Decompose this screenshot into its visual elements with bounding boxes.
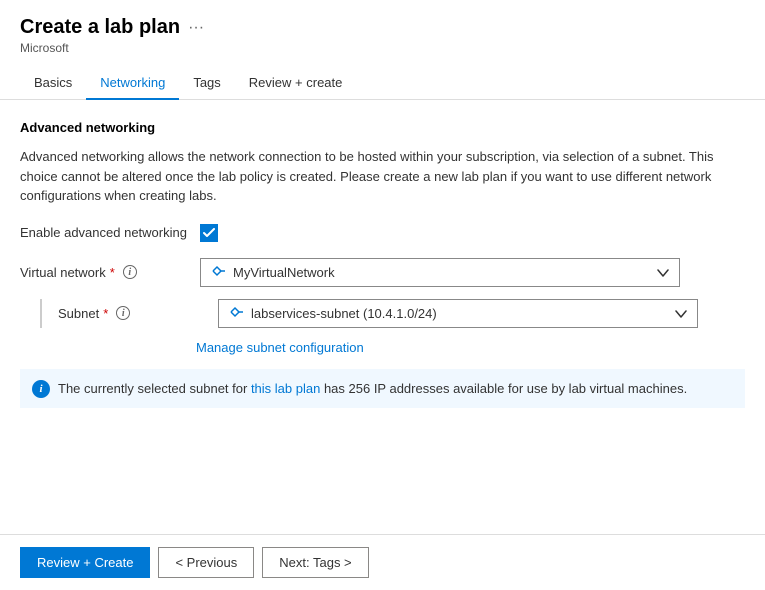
- subnet-nested-section: Subnet * i labservices-subnet (10.4.1.0/…: [40, 299, 745, 328]
- info-banner-text: The currently selected subnet for this l…: [58, 379, 687, 399]
- subnet-network-icon: [229, 306, 245, 321]
- tabs-bar: Basics Networking Tags Review + create: [0, 67, 765, 100]
- header: Create a lab plan ··· Microsoft: [0, 0, 765, 59]
- enable-networking-label: Enable advanced networking: [20, 225, 200, 240]
- footer: Review + Create < Previous Next: Tags >: [0, 534, 765, 590]
- subnet-info-icon[interactable]: i: [116, 306, 130, 320]
- virtual-network-label: Virtual network * i: [20, 265, 200, 280]
- page-subtitle: Microsoft: [20, 41, 745, 55]
- subnet-chevron-icon: [675, 306, 687, 321]
- tab-tags[interactable]: Tags: [179, 67, 234, 100]
- tab-review-create[interactable]: Review + create: [235, 67, 357, 100]
- network-icon: [211, 265, 227, 280]
- info-banner-icon: i: [32, 380, 50, 398]
- subnet-value: labservices-subnet (10.4.1.0/24): [251, 306, 437, 321]
- subnet-dropdown[interactable]: labservices-subnet (10.4.1.0/24): [218, 299, 698, 328]
- virtual-network-chevron-icon: [657, 265, 669, 280]
- page-container: Create a lab plan ··· Microsoft Basics N…: [0, 0, 765, 590]
- virtual-network-required: *: [110, 265, 115, 280]
- info-banner: i The currently selected subnet for this…: [20, 369, 745, 409]
- virtual-network-label-text: Virtual network: [20, 265, 106, 280]
- info-banner-text-before: The currently selected subnet for: [58, 381, 251, 396]
- tab-basics[interactable]: Basics: [20, 67, 86, 100]
- ellipsis-menu[interactable]: ···: [188, 19, 204, 37]
- previous-button[interactable]: < Previous: [158, 547, 254, 578]
- section-description: Advanced networking allows the network c…: [20, 147, 745, 206]
- next-button[interactable]: Next: Tags >: [262, 547, 368, 578]
- info-banner-text-after: has 256 IP addresses available for use b…: [320, 381, 687, 396]
- subnet-label: Subnet * i: [58, 306, 218, 321]
- virtual-network-value: MyVirtualNetwork: [233, 265, 335, 280]
- info-banner-link[interactable]: this lab plan: [251, 381, 320, 396]
- enable-networking-checkbox[interactable]: [200, 224, 218, 242]
- virtual-network-dropdown[interactable]: MyVirtualNetwork: [200, 258, 680, 287]
- enable-networking-checkbox-container: [200, 224, 218, 242]
- review-create-button[interactable]: Review + Create: [20, 547, 150, 578]
- subnet-required: *: [103, 306, 108, 321]
- manage-subnet-link[interactable]: Manage subnet configuration: [196, 340, 745, 355]
- content-area: Advanced networking Advanced networking …: [0, 100, 765, 534]
- checkmark-icon: [203, 228, 215, 238]
- tab-networking[interactable]: Networking: [86, 67, 179, 100]
- subnet-label-text: Subnet: [58, 306, 99, 321]
- page-title: Create a lab plan: [20, 16, 180, 39]
- virtual-network-dropdown-left: MyVirtualNetwork: [211, 265, 335, 280]
- subnet-row: Subnet * i labservices-subnet (10.4.1.0/…: [42, 299, 745, 328]
- subnet-dropdown-left: labservices-subnet (10.4.1.0/24): [229, 306, 437, 321]
- section-title: Advanced networking: [20, 120, 745, 135]
- header-title-row: Create a lab plan ···: [20, 16, 745, 39]
- enable-networking-row: Enable advanced networking: [20, 224, 745, 242]
- virtual-network-row: Virtual network * i MyVirtualNetwork: [20, 258, 745, 287]
- virtual-network-info-icon[interactable]: i: [123, 265, 137, 279]
